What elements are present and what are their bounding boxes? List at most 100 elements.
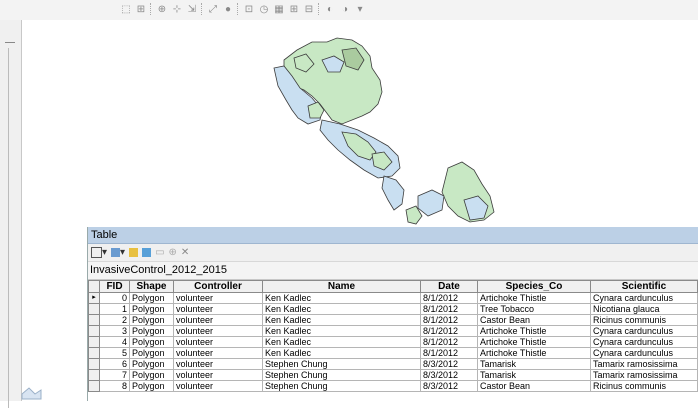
table-icon[interactable]: ▦ [273, 3, 285, 15]
measure-icon[interactable]: ⊹ [171, 3, 183, 15]
row-selector[interactable] [88, 380, 100, 392]
cell-shape[interactable]: Polygon [129, 380, 174, 392]
cell-name[interactable]: Ken Kadlec [262, 314, 421, 326]
table-row[interactable]: 3 Polygon volunteer Ken Kadlec 8/1/2012 Artic… [88, 325, 698, 337]
row-selector[interactable] [88, 325, 100, 337]
cell-species[interactable]: Artichoke Thistle [477, 347, 591, 359]
cell-species[interactable]: Artichoke Thistle [477, 292, 591, 304]
table-row[interactable]: 7 Polygon volunteer Stephen Chung 8/3/2012 Ta… [88, 369, 698, 381]
cell-shape[interactable]: Polygon [129, 347, 174, 359]
cell-fid[interactable]: 6 [99, 358, 130, 370]
cell-scientific[interactable]: Cynara cardunculus [590, 336, 698, 348]
layout-icon[interactable]: ⊡ [243, 3, 255, 15]
column-header[interactable]: Species_Co [477, 280, 591, 293]
row-selector[interactable] [88, 369, 100, 381]
cell-controller[interactable]: volunteer [173, 369, 263, 381]
table-layer-tab[interactable]: InvasiveControl_2012_2015 [88, 262, 698, 280]
find-icon[interactable]: ⊕ [156, 3, 168, 15]
cell-fid[interactable]: 0 [99, 292, 130, 304]
select-icon[interactable]: ⬚ [120, 3, 132, 15]
cell-controller[interactable]: volunteer [173, 358, 263, 370]
collapse-icon[interactable] [5, 42, 15, 43]
globe-icon[interactable]: ● [222, 3, 234, 15]
pan-icon[interactable]: ⇲ [186, 3, 198, 15]
cell-shape[interactable]: Polygon [129, 369, 174, 381]
cell-shape[interactable]: Polygon [129, 325, 174, 337]
zoom-to-selected-icon[interactable]: ⊕ [169, 247, 177, 258]
row-selector[interactable]: ▸ [88, 292, 100, 304]
table-row[interactable]: 2 Polygon volunteer Ken Kadlec 8/1/2012 Casto… [88, 314, 698, 326]
time-icon[interactable]: ◷ [258, 3, 270, 15]
cell-controller[interactable]: volunteer [173, 347, 263, 359]
cell-name[interactable]: Ken Kadlec [262, 325, 421, 337]
table-row[interactable]: 4 Polygon volunteer Ken Kadlec 8/1/2012 Artic… [88, 336, 698, 348]
related-tables-icon[interactable]: ▾ [111, 247, 125, 258]
cell-species[interactable]: Artichoke Thistle [477, 325, 591, 337]
row-selector[interactable] [88, 347, 100, 359]
table-row[interactable]: 6 Polygon volunteer Stephen Chung 8/3/2012 Ta… [88, 358, 698, 370]
cell-scientific[interactable]: Nicotiana glauca [590, 303, 698, 315]
row-selector[interactable] [88, 358, 100, 370]
column-header[interactable]: Shape [129, 280, 174, 293]
cell-fid[interactable]: 1 [99, 303, 130, 315]
table-options-icon[interactable]: ▾ [91, 247, 107, 258]
cell-species[interactable]: Tamarisk [477, 358, 591, 370]
row-selector[interactable] [88, 336, 100, 348]
row-selector[interactable] [88, 314, 100, 326]
cell-scientific[interactable]: Cynara cardunculus [590, 292, 698, 304]
table-row[interactable]: 8 Polygon volunteer Stephen Chung 8/3/2012 Ca… [88, 380, 698, 392]
clear-selection-icon[interactable]: ▭ [155, 247, 164, 258]
map-view[interactable] [22, 20, 698, 228]
html-icon[interactable]: ⊟ [303, 3, 315, 15]
cell-controller[interactable]: volunteer [173, 336, 263, 348]
cell-fid[interactable]: 4 [99, 336, 130, 348]
delete-selected-icon[interactable]: ✕ [181, 247, 189, 258]
cell-name[interactable]: Ken Kadlec [262, 336, 421, 348]
row-selector-header[interactable] [88, 280, 100, 293]
column-header[interactable]: Date [420, 280, 478, 293]
cell-scientific[interactable]: Tamarix ramosissima [590, 369, 698, 381]
cell-date[interactable]: 8/3/2012 [420, 358, 478, 370]
cell-name[interactable]: Ken Kadlec [262, 292, 421, 304]
cell-species[interactable]: Castor Bean [477, 380, 591, 392]
cell-date[interactable]: 8/3/2012 [420, 369, 478, 381]
cell-species[interactable]: Tamarisk [477, 369, 591, 381]
cell-shape[interactable]: Polygon [129, 358, 174, 370]
column-header[interactable]: Controller [173, 280, 263, 293]
cell-date[interactable]: 8/1/2012 [420, 314, 478, 326]
cell-date[interactable]: 8/1/2012 [420, 336, 478, 348]
identify-icon[interactable]: ⊞ [135, 3, 147, 15]
cell-shape[interactable]: Polygon [129, 336, 174, 348]
row-selector[interactable] [88, 303, 100, 315]
cell-name[interactable]: Stephen Chung [262, 380, 421, 392]
zoom-icon[interactable]: ⤢ [207, 3, 219, 15]
cell-fid[interactable]: 3 [99, 325, 130, 337]
cell-fid[interactable]: 8 [99, 380, 130, 392]
column-header[interactable]: FID [99, 280, 130, 293]
cell-name[interactable]: Ken Kadlec [262, 347, 421, 359]
cell-name[interactable]: Ken Kadlec [262, 303, 421, 315]
grid-icon[interactable]: ⊞ [288, 3, 300, 15]
cell-fid[interactable]: 2 [99, 314, 130, 326]
cell-fid[interactable]: 7 [99, 369, 130, 381]
table-row[interactable]: ▸ 0 Polygon volunteer Ken Kadlec 8/1/2012 Arti… [88, 292, 698, 304]
cell-species[interactable]: Tree Tobacco [477, 303, 591, 315]
select-by-attributes-icon[interactable] [129, 248, 139, 257]
cell-species[interactable]: Castor Bean [477, 314, 591, 326]
cell-date[interactable]: 8/1/2012 [420, 325, 478, 337]
cell-date[interactable]: 8/3/2012 [420, 380, 478, 392]
switch-selection-icon[interactable] [142, 248, 152, 257]
column-header[interactable]: Name [262, 280, 421, 293]
cell-name[interactable]: Stephen Chung [262, 369, 421, 381]
cell-controller[interactable]: volunteer [173, 303, 263, 315]
graph-icon[interactable]: ◐ [324, 3, 336, 15]
cell-scientific[interactable]: Cynara cardunculus [590, 325, 698, 337]
cell-name[interactable]: Stephen Chung [262, 358, 421, 370]
cell-date[interactable]: 8/1/2012 [420, 292, 478, 304]
cell-shape[interactable]: Polygon [129, 303, 174, 315]
cell-date[interactable]: 8/1/2012 [420, 303, 478, 315]
report-icon[interactable]: ◑ [339, 3, 351, 15]
cell-scientific[interactable]: Ricinus communis [590, 314, 698, 326]
cell-scientific[interactable]: Ricinus communis [590, 380, 698, 392]
cell-controller[interactable]: volunteer [173, 314, 263, 326]
